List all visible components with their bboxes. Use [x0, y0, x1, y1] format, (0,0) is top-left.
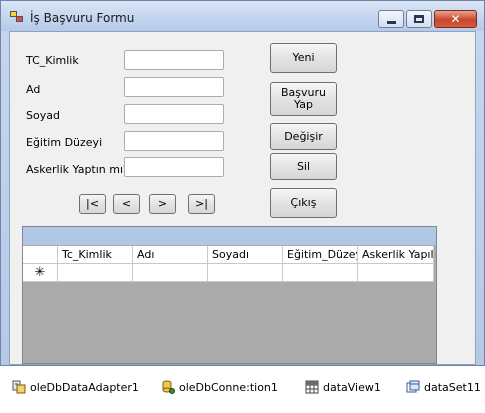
dataview-icon [305, 380, 319, 394]
tc-kimlik-input[interactable] [124, 50, 224, 70]
last-record-button[interactable]: >| [188, 194, 215, 214]
ad-label: Ad [26, 83, 41, 96]
tray-item-dataset[interactable]: dataSet11 [406, 380, 481, 394]
grid-cell[interactable] [283, 264, 358, 282]
previous-record-label: < [121, 197, 132, 210]
tray-item-data-adapter[interactable]: oleDbDataAdapter1 [12, 380, 139, 394]
column-header-askerlik[interactable]: Askerlik Yapıl [358, 246, 434, 264]
new-row-marker-icon[interactable]: ✳ [23, 264, 58, 282]
connection-icon [162, 380, 175, 394]
last-record-label: >| [195, 197, 208, 210]
application-window: İş Başvuru Formu ✕ TC_Kimlik Ad Soyad Eğ… [0, 0, 485, 366]
yeni-button[interactable]: Yeni [270, 43, 337, 73]
form-client-area: TC_Kimlik Ad Soyad Eğitim Düzeyi Askerli… [9, 31, 476, 365]
grid-caption-bar [23, 227, 436, 245]
tray-item-connection-label: oleDbConne:tion1 [179, 380, 278, 394]
table-row[interactable]: ✳ [23, 264, 434, 282]
askerlik-input[interactable] [124, 157, 224, 177]
basvuru-yap-label-line2: Yap [294, 98, 313, 111]
app-icon [10, 11, 24, 23]
grid-cell[interactable] [208, 264, 283, 282]
askerlik-label: Askerlik Yaptın mı? [26, 163, 129, 176]
sil-button[interactable]: Sil [270, 153, 337, 180]
tray-item-dataset-label: dataSet11 [424, 380, 481, 394]
title-bar[interactable]: İş Başvuru Formu ✕ [1, 1, 484, 31]
window-title: İş Başvuru Formu [30, 11, 135, 25]
yeni-button-label: Yeni [292, 51, 315, 64]
minimize-icon [386, 20, 396, 24]
grid-header-row: Tc_Kimlik Adı Soyadı Eğitim_Düzey Askerl… [23, 246, 434, 264]
column-header-soyadi[interactable]: Soyadı [208, 246, 283, 264]
close-button[interactable]: ✕ [434, 10, 477, 28]
next-record-label: > [157, 197, 168, 210]
dataset-icon [406, 380, 420, 393]
tray-item-connection[interactable]: oleDbConne:tion1 [161, 380, 278, 394]
column-header-adi[interactable]: Adı [133, 246, 208, 264]
data-adapter-icon [12, 380, 26, 394]
first-record-button[interactable]: |< [79, 194, 106, 214]
grid-cell[interactable] [58, 264, 133, 282]
tray-item-data-adapter-label: oleDbDataAdapter1 [30, 380, 139, 394]
column-header-egitim-duzeyi[interactable]: Eğitim_Düzey [283, 246, 358, 264]
maximize-button[interactable] [406, 10, 432, 28]
basvuru-yap-button[interactable]: Başvuru Yap [270, 82, 337, 116]
degistir-button-label: Değişir [284, 129, 323, 143]
first-record-label: |< [86, 197, 99, 210]
grid-cell[interactable] [358, 264, 434, 282]
egitim-duzeyi-input[interactable] [124, 131, 224, 151]
previous-record-button[interactable]: < [113, 194, 140, 214]
component-tray: oleDbDataAdapter1 oleDbConne:tion1 dataV… [0, 366, 485, 413]
close-icon: ✕ [450, 12, 461, 26]
data-grid[interactable]: Tc_Kimlik Adı Soyadı Eğitim_Düzey Askerl… [22, 226, 437, 364]
degistir-button[interactable]: Değişir [270, 123, 337, 150]
tray-item-dataview[interactable]: dataView1 [305, 380, 381, 394]
tc-kimlik-label: TC_Kimlik [26, 54, 79, 67]
egitim-duzeyi-label: Eğitim Düzeyi [26, 136, 103, 149]
ad-input[interactable] [124, 77, 224, 97]
maximize-icon [414, 15, 424, 23]
next-record-button[interactable]: > [149, 194, 176, 214]
grid-cell[interactable] [133, 264, 208, 282]
soyad-input[interactable] [124, 104, 224, 124]
minimize-button[interactable] [378, 10, 404, 28]
cikis-button-label: Çıkış [290, 196, 317, 209]
grid-corner-header[interactable] [23, 246, 58, 264]
cikis-button[interactable]: Çıkış [270, 188, 337, 218]
soyad-label: Soyad [26, 109, 60, 122]
tray-item-dataview-label: dataView1 [323, 380, 381, 394]
column-header-tc-kimlik[interactable]: Tc_Kimlik [58, 246, 133, 264]
sil-button-label: Sil [296, 159, 311, 173]
